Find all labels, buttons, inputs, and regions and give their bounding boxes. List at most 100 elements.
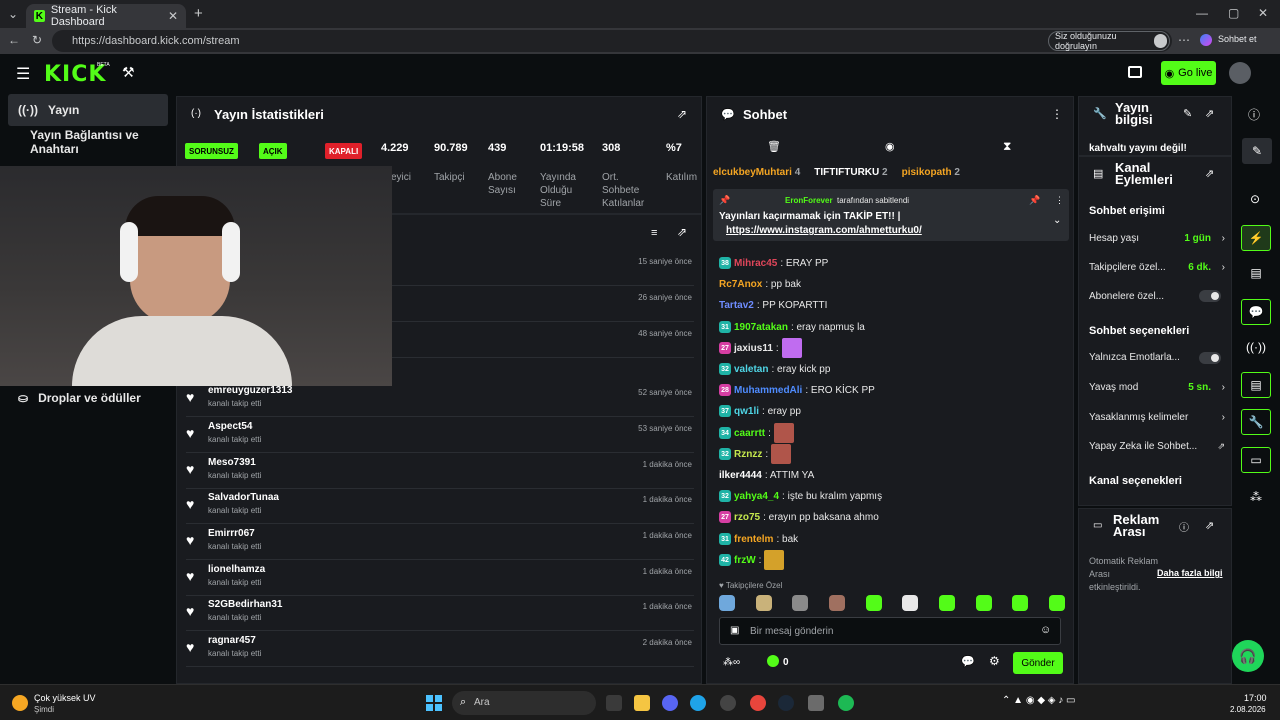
chat-username[interactable]: rzo75 <box>734 512 760 523</box>
windows-start-icon[interactable] <box>426 695 442 711</box>
more-icon[interactable]: ⋯ <box>1178 33 1190 47</box>
edit-icon[interactable]: ✎ <box>1183 107 1192 120</box>
url-field[interactable]: https://dashboard.kick.com/stream <box>52 30 1172 52</box>
gear-icon[interactable]: ⚙ <box>989 654 1000 668</box>
emote-icon[interactable] <box>938 595 955 611</box>
go-live-button[interactable]: ◉ Go live <box>1161 61 1216 85</box>
emote-icon[interactable] <box>828 595 845 611</box>
clock-time[interactable]: 17:00 <box>1244 693 1267 703</box>
chat-username[interactable]: 1907atakan <box>734 322 788 333</box>
steam-icon[interactable] <box>778 695 794 711</box>
close-window-icon[interactable]: ✕ <box>1258 6 1268 20</box>
chat-input[interactable]: ▣ Bir mesaj gönderin ☺ <box>719 617 1061 645</box>
activity-user[interactable]: SalvadorTunaa <box>208 492 279 503</box>
hourglass-icon[interactable]: ⧗ <box>1003 139 1011 154</box>
actions-icon[interactable]: ▤ <box>1241 372 1271 398</box>
studio-icon[interactable] <box>1128 66 1142 78</box>
hammer-icon[interactable]: ⚒ <box>122 64 135 81</box>
activity-user[interactable]: Aspect54 <box>208 421 252 432</box>
task-view-icon[interactable] <box>606 695 622 711</box>
activity-user[interactable]: Meso7391 <box>208 457 256 468</box>
reload-icon[interactable]: ↻ <box>32 33 42 47</box>
emote-icon[interactable] <box>792 595 809 611</box>
more-vert-icon[interactable]: ⋮ <box>1055 195 1064 206</box>
popout-icon[interactable]: ⇗ <box>677 107 687 121</box>
popout-icon[interactable]: ⇗ <box>1205 167 1214 180</box>
unpin-icon[interactable]: 📌 <box>1029 195 1040 206</box>
emote-icon[interactable] <box>719 595 735 611</box>
chat-username[interactable]: jaxius11 <box>734 343 773 354</box>
activity-user[interactable]: S2GBedirhan31 <box>208 599 282 610</box>
setting-followers-only[interactable]: Takipçilere özel... 6 dk. › <box>1089 258 1225 276</box>
tab-list-icon[interactable]: ⌄ <box>8 7 18 21</box>
wrench-icon[interactable]: 🔧 <box>1241 409 1271 435</box>
chat-username[interactable]: ilker4444 <box>719 470 762 481</box>
tray-icons[interactable]: ⌃ ▲ ◉ ◆ ◈ ♪ ▭ <box>1002 695 1076 706</box>
app-icon[interactable] <box>808 695 824 711</box>
menu-icon[interactable]: ☰ <box>16 64 30 84</box>
minimize-icon[interactable]: — <box>1196 6 1208 20</box>
popout-icon[interactable]: ⇗ <box>677 225 687 239</box>
filter-icon[interactable]: ≡ <box>651 227 657 239</box>
activity-user[interactable]: emreuyguzer1313 <box>208 385 293 396</box>
help-chat-icon[interactable]: 🎧 <box>1232 640 1264 672</box>
obs-icon[interactable] <box>720 695 736 711</box>
emote-icon[interactable] <box>902 595 919 611</box>
subs-only-toggle[interactable] <box>1199 290 1221 302</box>
verify-identity-button[interactable]: Siz olduğunuzu doğrulayın <box>1048 31 1170 51</box>
edit-icon[interactable]: ✎ <box>1242 138 1272 164</box>
file-explorer-icon[interactable] <box>634 695 650 711</box>
chat-username[interactable]: MuhammedAli <box>734 385 802 396</box>
chat-username[interactable]: frentelm <box>734 534 773 545</box>
info-icon[interactable]: ⓘ <box>1179 519 1189 534</box>
emote-icon[interactable] <box>1012 595 1029 611</box>
activity-user[interactable]: lionelhamza <box>208 564 265 575</box>
chat-settings-bubble-icon[interactable]: 💬 <box>961 655 975 668</box>
setting-banned-words[interactable]: Yasaklanmış kelimeler › <box>1089 408 1225 426</box>
chat-username[interactable]: Tartav2 <box>719 300 754 311</box>
emote-only-toggle[interactable] <box>1199 352 1221 364</box>
user-avatar[interactable] <box>1229 62 1251 84</box>
chat-username[interactable]: Mihrac45 <box>734 258 777 269</box>
sidebar-item-yayin[interactable]: ((·)) Yayın <box>8 94 168 126</box>
chat-username[interactable]: Rc7Anox <box>719 279 762 290</box>
browser-tab[interactable]: K Stream - Kick Dashboard ✕ <box>26 4 186 28</box>
chat-username[interactable]: qw1li <box>734 406 759 417</box>
chat-username[interactable]: Rznzz <box>734 449 762 460</box>
chat-username[interactable]: yahya4_4 <box>734 491 779 502</box>
chevron-down-icon[interactable]: ⌄ <box>1053 215 1061 226</box>
popout-icon[interactable]: ⇗ <box>1205 519 1214 532</box>
sidebar-item-stream-key[interactable]: Yayın Bağlantısı ve Anahtarı <box>8 126 168 158</box>
maximize-icon[interactable]: ▢ <box>1228 6 1239 20</box>
emote-icon[interactable] <box>1048 595 1065 611</box>
send-button[interactable]: Gönder <box>1013 652 1063 674</box>
learn-more-link[interactable]: Daha fazla bilgi <box>1157 568 1223 578</box>
taskbar-search[interactable]: ⌕ Ara <box>452 691 596 715</box>
back-icon[interactable]: ← <box>8 33 20 47</box>
activity-user[interactable]: ragnar457 <box>208 635 256 646</box>
weather-text[interactable]: Çok yüksek UV <box>34 693 96 703</box>
new-tab-icon[interactable]: + <box>194 5 203 22</box>
ad-icon[interactable]: ▭ <box>1241 447 1271 473</box>
chat-username[interactable]: caarrtt <box>734 428 765 439</box>
setting-slow-mode[interactable]: Yavaş mod 5 sn. › <box>1089 378 1225 396</box>
chat-username[interactable]: frzW <box>734 555 756 566</box>
popout-icon[interactable]: ⇗ <box>1205 107 1214 120</box>
info-icon[interactable]: ⓘ <box>1248 106 1260 123</box>
discord-icon[interactable] <box>662 695 678 711</box>
emote-icon[interactable] <box>755 595 772 611</box>
edge-icon[interactable] <box>690 695 706 711</box>
close-tab-icon[interactable]: ✕ <box>168 9 178 23</box>
pinned-link[interactable]: https://www.instagram.com/ahmetturku0/ <box>726 225 922 236</box>
emote-icon[interactable] <box>975 595 992 611</box>
target-icon[interactable]: ⊙ <box>1250 192 1260 206</box>
apps-icon[interactable]: ⁂ <box>1241 484 1271 510</box>
setting-account-age[interactable]: Hesap yaşı 1 gün › <box>1089 229 1225 247</box>
activity-user[interactable]: Emirrr067 <box>208 528 255 539</box>
document-icon[interactable]: ▤ <box>1241 260 1271 286</box>
trash-icon[interactable]: 🗑 <box>767 140 781 153</box>
emote-icon[interactable] <box>865 595 882 611</box>
broadcast-icon[interactable]: ((·)) <box>1241 334 1271 360</box>
chat-link[interactable]: Sohbet et <box>1218 34 1257 44</box>
sidebar-item-drops[interactable]: ⛀ Droplar ve ödüller <box>8 382 168 414</box>
